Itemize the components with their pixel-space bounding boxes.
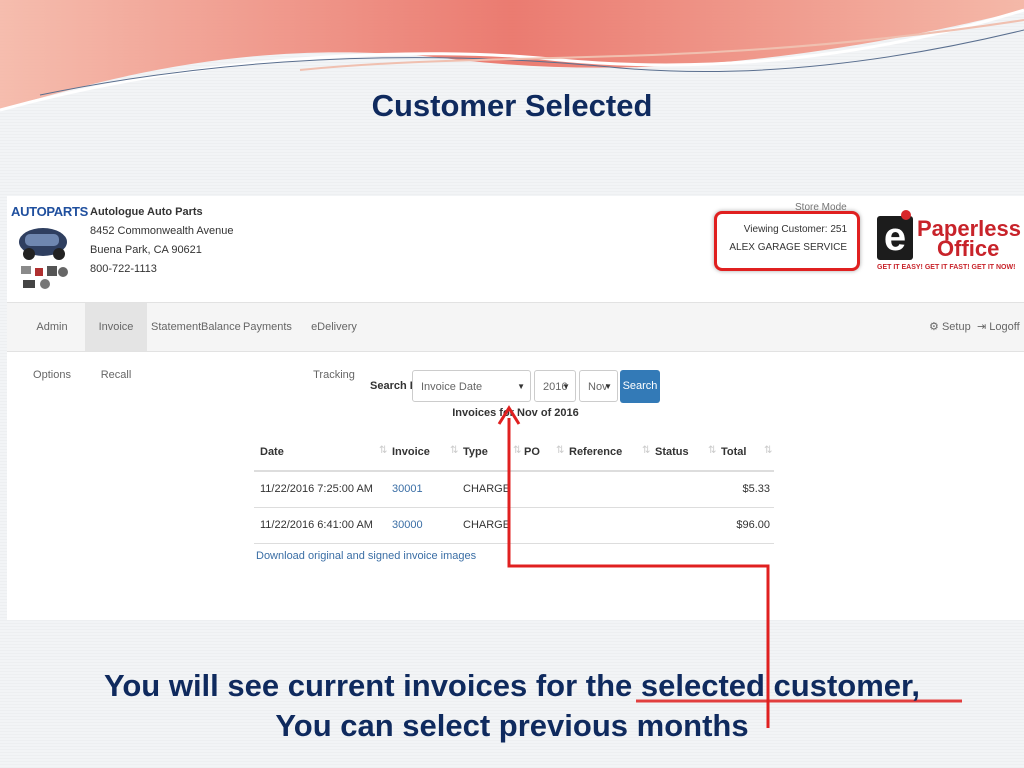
table-row: 11/22/2016 7:25:00 AM 30001 CHARGE $5.33 <box>254 472 774 508</box>
row-type: CHARGE <box>463 519 511 531</box>
col-status[interactable]: Status <box>655 446 689 458</box>
company-address-line2: Buena Park, CA 90621 <box>90 244 202 256</box>
chevron-down-icon: ▼ <box>604 382 612 391</box>
search-by-select[interactable]: Invoice Date ▼ <box>412 370 531 402</box>
col-po[interactable]: PO <box>524 446 540 458</box>
company-address-line1: 8452 Commonwealth Avenue <box>90 225 234 237</box>
logoff-label: Logoff <box>989 321 1020 333</box>
row-type: CHARGE <box>463 483 511 495</box>
slide-caption-line1: You will see current invoices for the se… <box>103 668 921 703</box>
row-invoice-link[interactable]: 30001 <box>392 483 423 495</box>
chevron-down-icon: ▼ <box>517 382 525 391</box>
results-heading: Invoices for Nov of 2016 <box>452 407 579 419</box>
setup-link[interactable]: ⚙ Setup <box>929 303 971 351</box>
company-info: Autologue Auto Parts 8452 Commonwealth A… <box>90 203 234 279</box>
row-total: $96.00 <box>736 519 770 531</box>
company-phone: 800-722-1113 <box>90 263 157 275</box>
nav-statement[interactable]: Statement <box>151 303 201 351</box>
slide-caption-line2: You can select previous months <box>275 708 749 743</box>
logoff-link[interactable]: ⇥ Logoff <box>977 303 1020 351</box>
setup-label: Setup <box>941 321 971 333</box>
epaperless-tagline: GET IT EASY! GET IT FAST! GET IT NOW! <box>877 264 1016 271</box>
col-invoice[interactable]: Invoice <box>392 446 430 458</box>
sort-icon[interactable]: ⇅ <box>642 445 650 456</box>
epaperless-office-logo: e Paperless Office GET IT EASY! GET IT F… <box>875 210 1021 282</box>
col-date[interactable]: Date <box>260 446 284 458</box>
logoff-icon: ⇥ <box>977 321 987 333</box>
epaperless-e-icon: e <box>877 216 913 260</box>
viewing-customer-id: Viewing Customer: 251 <box>743 224 847 235</box>
viewing-customer-highlight: Viewing Customer: 251 ALEX GARAGE SERVIC… <box>714 211 860 271</box>
nav-edelivery-tracking[interactable]: eDelivery Tracking <box>294 303 374 381</box>
col-type[interactable]: Type <box>463 446 488 458</box>
sort-icon[interactable]: ⇅ <box>556 445 564 456</box>
sort-icon[interactable]: ⇅ <box>450 445 458 456</box>
row-date: 11/22/2016 6:41:00 AM <box>260 519 373 531</box>
main-nav: Admin Options Invoice Recall Statement B… <box>7 302 1024 381</box>
row-invoice-link[interactable]: 30000 <box>392 519 423 531</box>
search-button[interactable]: Search <box>620 370 660 403</box>
office-word: Office <box>937 236 1000 261</box>
row-date: 11/22/2016 7:25:00 AM <box>260 483 373 495</box>
viewing-customer-name: ALEX GARAGE SERVICE <box>729 242 847 253</box>
table-header: Date ⇅ Invoice ⇅ Type ⇅ PO ⇅ Reference ⇅… <box>254 435 774 472</box>
download-invoice-images-link[interactable]: Download original and signed invoice ima… <box>256 550 476 562</box>
row-total: $5.33 <box>742 483 770 495</box>
col-total[interactable]: Total <box>721 446 746 458</box>
month-select[interactable]: Nov ▼ <box>579 370 618 402</box>
store-logo-text: AUTOPARTS <box>11 204 88 219</box>
search-by-value: Invoice Date <box>421 381 483 393</box>
company-name: Autologue Auto Parts <box>90 206 203 218</box>
chevron-down-icon: ▼ <box>562 382 570 391</box>
nav-balance[interactable]: Balance <box>201 303 241 351</box>
app-screenshot: AUTOPARTS Autologue Auto Parts 8452 Comm… <box>7 196 1024 620</box>
col-reference[interactable]: Reference <box>569 446 622 458</box>
car-logo-icon <box>19 228 68 289</box>
nav-admin-options[interactable]: Admin Options <box>19 303 85 381</box>
invoice-table: Date ⇅ Invoice ⇅ Type ⇅ PO ⇅ Reference ⇅… <box>254 435 774 544</box>
sort-icon[interactable]: ⇅ <box>708 445 716 456</box>
epaperless-dot-icon <box>901 210 911 220</box>
sort-icon[interactable]: ⇅ <box>513 445 521 456</box>
nav-invoice-recall[interactable]: Invoice Recall <box>85 303 147 381</box>
sort-icon[interactable]: ⇅ <box>379 445 387 456</box>
slide-title: Customer Selected <box>371 88 653 123</box>
year-select[interactable]: 2016 ▼ <box>534 370 576 402</box>
sort-icon[interactable]: ⇅ <box>764 445 772 456</box>
table-row: 11/22/2016 6:41:00 AM 30000 CHARGE $96.0… <box>254 508 774 544</box>
app-header: AUTOPARTS Autologue Auto Parts 8452 Comm… <box>7 196 1024 302</box>
nav-payments[interactable]: Payments <box>243 303 292 351</box>
slide-caption: You will see current invoices for the se… <box>0 666 1024 746</box>
gear-icon: ⚙ <box>929 321 939 333</box>
